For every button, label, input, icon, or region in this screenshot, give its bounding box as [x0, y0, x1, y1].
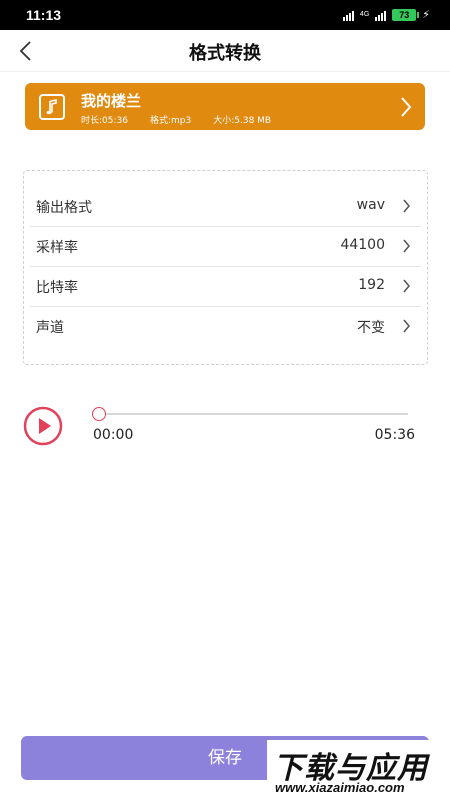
file-duration: 时长:05:36 — [81, 116, 128, 126]
charging-icon: ⚡ — [422, 8, 430, 21]
header: 格式转换 — [0, 30, 450, 72]
music-note-icon — [39, 94, 65, 120]
status-time: 11:13 — [26, 7, 62, 23]
setting-bit-rate[interactable]: 比特率 192 — [24, 266, 427, 306]
play-button[interactable] — [23, 406, 63, 446]
setting-value: 192 — [358, 277, 385, 293]
setting-label: 声道 — [36, 320, 64, 336]
page-title: 格式转换 — [189, 43, 261, 64]
signal-icon — [342, 9, 354, 21]
setting-label: 采样率 — [36, 240, 78, 256]
setting-value: 不变 — [357, 320, 385, 336]
chevron-right-icon — [403, 199, 410, 213]
play-icon — [23, 406, 63, 446]
watermark-url: www.xiazaimiao.com — [275, 780, 405, 795]
signal-icon-2 — [375, 9, 387, 21]
total-time: 05:36 — [374, 427, 415, 443]
setting-channel[interactable]: 声道 不变 — [24, 306, 427, 346]
conversion-settings: 输出格式 wav 采样率 44100 比特率 192 声道 不变 — [23, 170, 428, 365]
current-time: 00:00 — [93, 427, 134, 443]
status-bar: 11:13 4G 73 ⚡ — [0, 0, 450, 30]
status-icons: 4G 73 ⚡ — [342, 8, 430, 21]
setting-label: 比特率 — [36, 280, 78, 296]
chevron-right-icon — [403, 239, 410, 253]
chevron-right-icon — [403, 319, 410, 333]
file-name: 我的楼兰 — [81, 92, 142, 110]
network-type: 4G — [359, 11, 370, 18]
file-card[interactable]: 我的楼兰 时长:05:36 格式:mp3 大小:5.38 MB — [25, 83, 425, 130]
setting-output-format[interactable]: 输出格式 wav — [24, 186, 427, 226]
progress-track[interactable] — [98, 413, 408, 415]
chevron-right-icon — [403, 279, 410, 293]
battery-level: 73 — [399, 9, 410, 20]
file-size: 大小:5.38 MB — [213, 116, 272, 126]
file-meta: 时长:05:36 格式:mp3 大小:5.38 MB — [81, 113, 271, 126]
watermark-logo: 下载与应用 www.xiazaimiao.com — [267, 740, 450, 800]
progress-knob[interactable] — [92, 407, 106, 421]
setting-sample-rate[interactable]: 采样率 44100 — [24, 226, 427, 266]
file-format: 格式:mp3 — [149, 116, 192, 126]
chevron-right-icon — [401, 97, 412, 117]
setting-value: wav — [356, 197, 385, 213]
setting-label: 输出格式 — [36, 200, 92, 216]
setting-value: 44100 — [340, 237, 385, 253]
battery-icon: 73 — [392, 8, 420, 21]
